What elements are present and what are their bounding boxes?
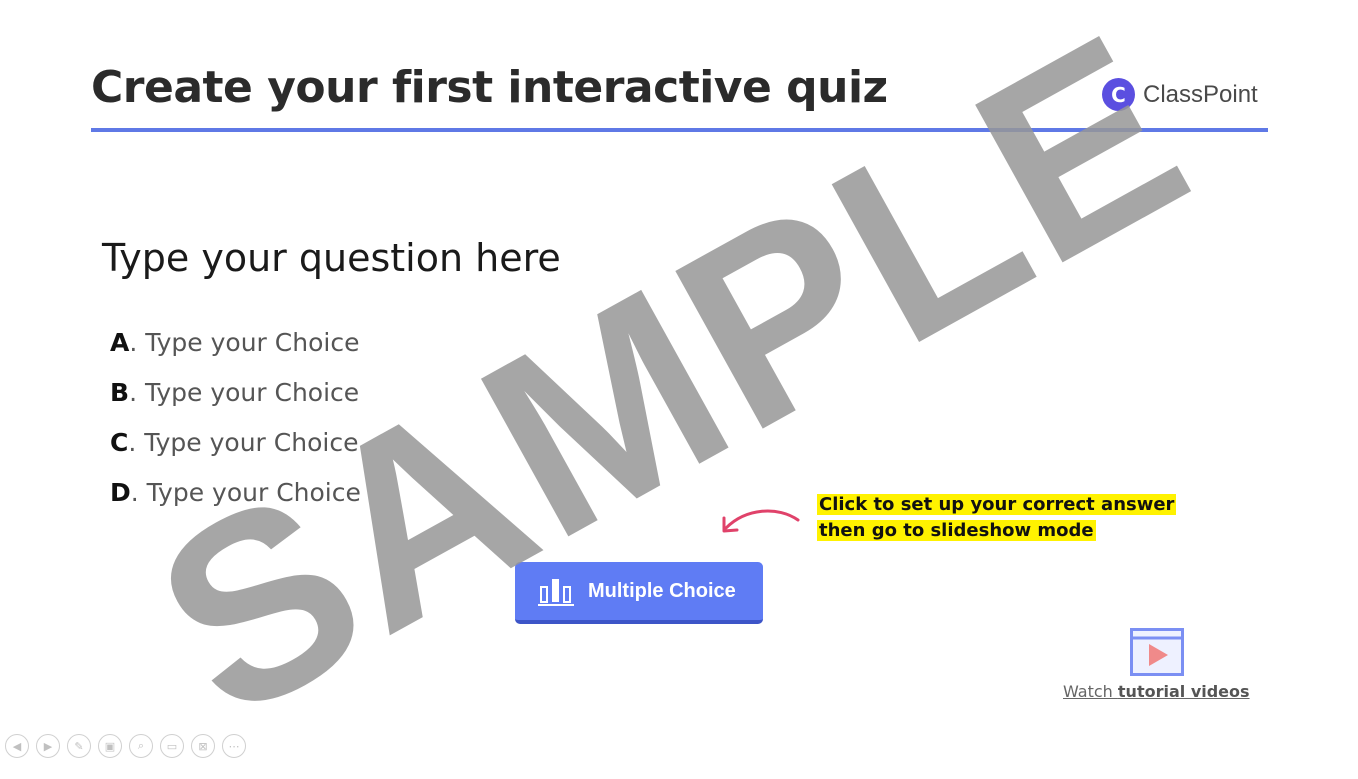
- choice-text: . Type your Choice: [129, 328, 360, 357]
- multiple-choice-button[interactable]: Multiple Choice: [515, 562, 763, 624]
- choice-letter: D: [110, 478, 131, 507]
- watch-bold: tutorial videos: [1117, 682, 1250, 701]
- slide-title: Create your first interactive quiz: [91, 62, 888, 113]
- hint-callout: Click to set up your correct answer then…: [817, 492, 1177, 544]
- more-icon[interactable]: ⋯: [222, 734, 246, 758]
- choice-b[interactable]: B . Type your Choice: [110, 378, 361, 428]
- choice-text: . Type your Choice: [128, 428, 359, 457]
- choices-list: A . Type your Choice B . Type your Choic…: [110, 328, 361, 528]
- hint-line-2: then go to slideshow mode: [817, 520, 1096, 541]
- watch-prefix: Watch: [1063, 682, 1118, 701]
- choice-letter: A: [110, 328, 130, 357]
- hint-line-1: Click to set up your correct answer: [817, 494, 1177, 515]
- classpoint-logo: C ClassPoint: [1102, 78, 1258, 111]
- choice-text: . Type your Choice: [130, 478, 361, 507]
- button-label: Multiple Choice: [588, 579, 736, 602]
- bar-chart-icon: [538, 579, 574, 606]
- camera-off-icon[interactable]: ⊠: [191, 734, 215, 758]
- classpoint-logo-icon: C: [1102, 78, 1135, 111]
- slideshow-toolbar: ◀ ▶ ✎ ▣ ⌕ ▭ ⊠ ⋯: [5, 734, 246, 758]
- choice-letter: B: [110, 378, 130, 407]
- choice-letter: C: [110, 428, 129, 457]
- pen-icon[interactable]: ✎: [67, 734, 91, 758]
- previous-icon[interactable]: ◀: [5, 734, 29, 758]
- question-text[interactable]: Type your question here: [102, 236, 561, 280]
- play-video-icon[interactable]: [1130, 628, 1184, 676]
- logo-text: ClassPoint: [1143, 80, 1258, 108]
- title-divider: [91, 128, 1268, 132]
- choice-text: . Type your Choice: [129, 378, 360, 407]
- next-icon[interactable]: ▶: [36, 734, 60, 758]
- choice-d[interactable]: D . Type your Choice: [110, 478, 361, 528]
- slides-icon[interactable]: ▣: [98, 734, 122, 758]
- zoom-icon[interactable]: ⌕: [129, 734, 153, 758]
- choice-c[interactable]: C . Type your Choice: [110, 428, 361, 478]
- curved-arrow-icon: [722, 509, 800, 533]
- choice-a[interactable]: A . Type your Choice: [110, 328, 361, 378]
- subtitles-icon[interactable]: ▭: [160, 734, 184, 758]
- watch-tutorial-link[interactable]: Watch tutorial videos: [1063, 682, 1250, 701]
